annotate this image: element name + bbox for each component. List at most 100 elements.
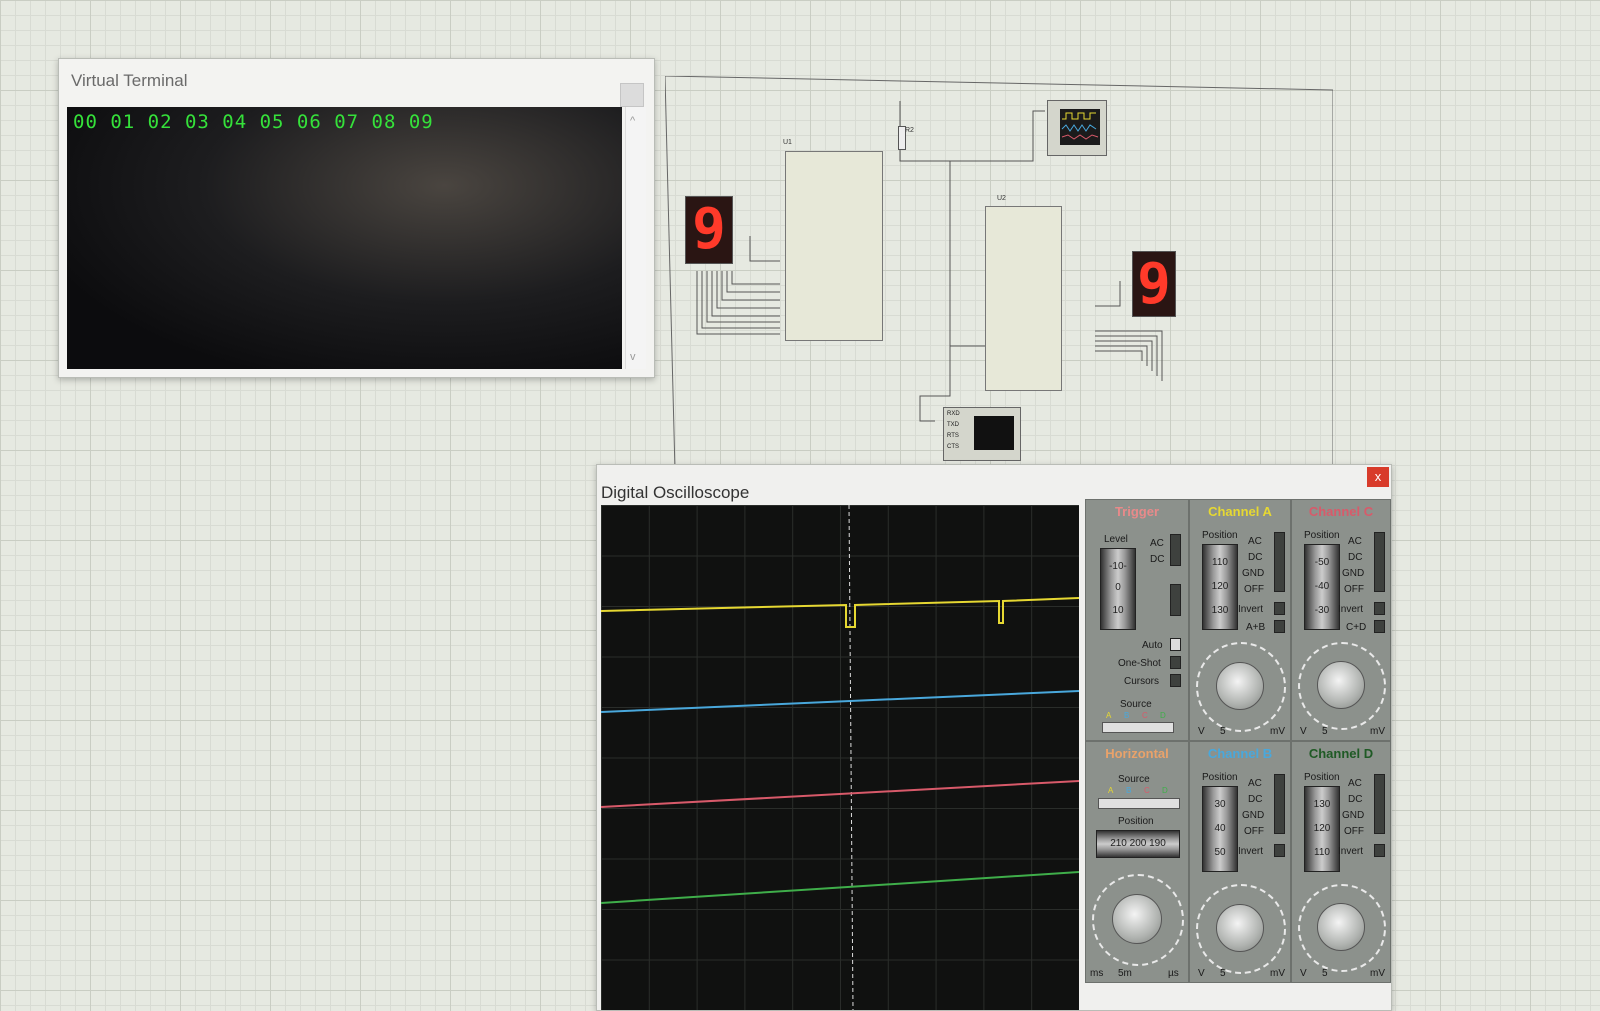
channel-d-coupling-switch[interactable] [1374,774,1385,834]
channel-b-invert-toggle[interactable] [1274,844,1285,857]
virtual-terminal-window: Virtual Terminal 00 01 02 03 04 05 06 07… [58,58,655,378]
cursors-toggle[interactable] [1170,674,1181,687]
resistor-r2[interactable] [898,126,906,150]
terminal-scrollbar[interactable]: ^ v [625,107,646,369]
channel-d-dc: DC [1348,794,1363,805]
channel-a-scale: 5 [1220,726,1226,737]
channel-d-scale: 5 [1322,968,1328,979]
channel-a-ac: AC [1248,536,1262,547]
auto-toggle[interactable] [1170,638,1181,651]
channel-b-invert-label: Invert [1238,846,1264,857]
channel-a-coupling-switch[interactable] [1274,532,1285,592]
channel-c-unit-v: V [1300,726,1307,737]
one-shot-toggle[interactable] [1170,656,1181,669]
channel-d-unit-mv: mV [1370,968,1385,979]
channel-b-position-roller[interactable]: 30 40 50 [1202,786,1238,872]
trigger-dc-label: DC [1150,554,1165,565]
channel-c-panel: Channel C Position -50 -40 -30 AC DC GND… [1291,499,1391,741]
trigger-source-d: D [1160,711,1166,720]
channel-b-panel: Channel B Position 30 40 50 AC DC GND OF… [1189,741,1291,983]
virtual-terminal-component[interactable]: RXD TXD RTS CTS [943,407,1021,461]
uart-pin-cts: CTS [947,444,959,450]
channel-a-gnd: GND [1242,568,1265,579]
horizontal-source-slider[interactable] [1098,798,1180,809]
horizontal-source-d: D [1162,786,1168,795]
oscilloscope-icon [1060,109,1100,145]
channel-a-dc: DC [1248,552,1263,563]
channel-c-off: OFF [1344,584,1364,595]
channel-a-invert-label: Invert [1238,604,1264,615]
channel-a-invert-toggle[interactable] [1274,602,1285,615]
channel-c-position-label: Position [1304,530,1340,541]
horizontal-position-roller[interactable]: 210 200 190 [1096,830,1180,858]
channel-a-aplusb-toggle[interactable] [1274,620,1285,633]
channel-c-position-roller[interactable]: -50 -40 -30 [1304,544,1340,630]
channel-c-title: Channel C [1308,504,1374,519]
channel-b-scale: 5 [1220,968,1226,979]
channel-a-aplusb-label: A+B [1246,622,1266,633]
u1-label: U1 [783,139,792,146]
trigger-title: Trigger [1114,504,1160,519]
channel-a-panel: Channel A Position 110 120 130 AC DC GND… [1189,499,1291,741]
channel-c-cplusd-label: C+D [1346,622,1367,633]
channel-d-position-roller[interactable]: 130 120 110 [1304,786,1340,872]
channel-c-unit-mv: mV [1370,726,1385,737]
one-shot-label: One-Shot [1118,658,1161,669]
channel-c-invert-toggle[interactable] [1374,602,1385,615]
channel-d-panel: Channel D Position 130 120 110 AC DC GND… [1291,741,1391,983]
channel-c-coupling-switch[interactable] [1374,532,1385,592]
channel-a-volts-knob[interactable] [1216,662,1264,710]
horizontal-source-label: Source [1118,774,1150,785]
channel-a-unit-mv: mV [1270,726,1285,737]
channel-a-unit-v: V [1198,726,1205,737]
trigger-source-slider[interactable] [1102,722,1174,733]
horizontal-title: Horizontal [1105,746,1169,761]
uart-pin-txd: TXD [947,422,959,428]
trace-channel-d [601,871,1079,904]
channel-b-unit-mv: mV [1270,968,1285,979]
channel-d-gnd: GND [1342,810,1365,821]
channel-d-position-label: Position [1304,772,1340,783]
trigger-panel: Trigger Level -10- 0 10 AC DC Auto One-S… [1085,499,1189,741]
seven-segment-display-left[interactable]: 9 [685,196,733,264]
channel-a-position-label: Position [1202,530,1238,541]
channel-d-volts-knob[interactable] [1317,903,1365,951]
horizontal-panel: Horizontal Source A B C D Position 210 2… [1085,741,1189,983]
scroll-up-icon[interactable]: ^ [630,115,635,127]
terminal-window-button[interactable] [620,83,644,107]
trigger-coupling-switch[interactable] [1170,534,1181,566]
microcontroller-u1[interactable] [785,151,883,341]
timebase-knob[interactable] [1112,894,1162,944]
channel-d-invert-label: Invert [1338,846,1364,857]
channel-d-title: Channel D [1308,746,1374,761]
channel-a-position-roller[interactable]: 110 120 130 [1202,544,1238,630]
cursors-label: Cursors [1124,676,1160,687]
oscilloscope-component[interactable] [1047,100,1107,156]
channel-b-coupling-switch[interactable] [1274,774,1285,834]
trigger-ac-label: AC [1150,538,1164,549]
channel-b-dc: DC [1248,794,1263,805]
terminal-output: 00 01 02 03 04 05 06 07 08 09 [73,111,434,133]
channel-d-ac: AC [1348,778,1362,789]
channel-b-volts-knob[interactable] [1216,904,1264,952]
channel-c-cplusd-toggle[interactable] [1374,620,1385,633]
horizontal-source-a: A [1108,786,1114,795]
trigger-source-a: A [1106,711,1112,720]
timebase-value: 5m [1118,968,1132,979]
level-roller[interactable]: -10- 0 10 [1100,548,1136,630]
channel-c-volts-knob[interactable] [1317,661,1365,709]
trigger-source-b: B [1124,711,1130,720]
terminal-screen: 00 01 02 03 04 05 06 07 08 09 [67,107,622,369]
scroll-down-icon[interactable]: v [630,351,636,363]
seven-segment-display-right[interactable]: 9 [1132,251,1176,317]
channel-d-invert-toggle[interactable] [1374,844,1385,857]
horizontal-source-b: B [1126,786,1132,795]
timebase-unit-us: µs [1168,968,1179,979]
channel-b-gnd: GND [1242,810,1265,821]
uart-pin-rts: RTS [947,433,959,439]
microcontroller-u2[interactable] [985,206,1062,391]
channel-c-ac: AC [1348,536,1362,547]
auto-label: Auto [1142,640,1163,651]
close-button[interactable]: x [1367,467,1389,487]
trigger-edge-switch[interactable] [1170,584,1181,616]
